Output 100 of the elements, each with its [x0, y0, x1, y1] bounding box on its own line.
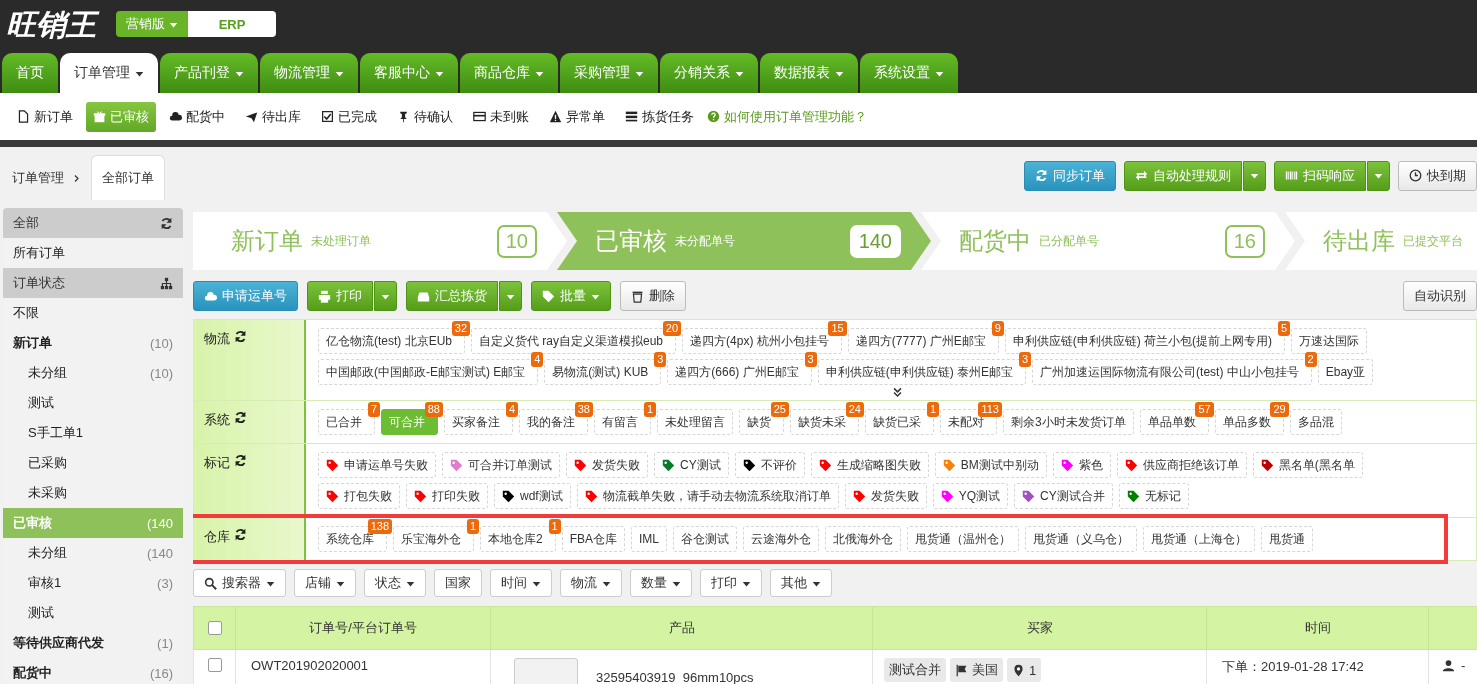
count-badge: 1	[926, 402, 939, 417]
filter-dropdown[interactable]: 时间	[490, 569, 552, 597]
filter-chip[interactable]: 甩货通（上海仓）	[1143, 526, 1256, 552]
filter-dropdown[interactable]: 店铺	[294, 569, 356, 597]
filter-dropdown[interactable]: 状态	[364, 569, 426, 597]
filter-dropdown[interactable]: 国家	[434, 569, 482, 597]
subnav-item[interactable]: 待确认	[390, 101, 460, 132]
tag-filter-chip[interactable]: 不评价	[734, 452, 805, 478]
checkbox[interactable]	[207, 621, 222, 635]
tag-filter-chip[interactable]: 无标记	[1118, 483, 1189, 509]
warning-icon	[549, 110, 562, 123]
filter-dropdown[interactable]: 数量	[630, 569, 692, 597]
tag-filter-chip[interactable]: 发货失败	[566, 452, 648, 478]
hierarchy-icon	[160, 276, 173, 290]
sidebar-item[interactable]: 等待供应商代发 (1)	[3, 628, 183, 658]
tag-icon	[542, 289, 555, 303]
action-button[interactable]: 快到期	[1398, 160, 1477, 191]
filter-dropdown[interactable]: 搜索器	[193, 569, 286, 597]
filter-chip[interactable]: 甩货通（温州仓）	[907, 526, 1020, 552]
country-tag: 美国	[950, 658, 1003, 682]
cloud-icon	[204, 289, 217, 303]
checkbox[interactable]	[207, 658, 222, 672]
table-cell-text: 下单：2019-01-28 17:42	[1221, 658, 1365, 676]
tag-filter-chip[interactable]: 打印失败	[406, 483, 488, 509]
sidebar-item[interactable]: S手工单1	[3, 418, 183, 448]
filter-dropdown[interactable]: 打印	[700, 569, 762, 597]
tag-filter-chip[interactable]: 黑名单(黑名单	[1252, 452, 1363, 478]
subnav-item[interactable]: 已完成	[314, 101, 384, 132]
filter-chip[interactable]: 未处理留言	[657, 409, 733, 435]
filter-chip[interactable]: 谷仓测试	[673, 526, 738, 552]
tag-filter-chip[interactable]: YQ测试	[932, 483, 1009, 509]
chevron-icon	[72, 173, 81, 183]
count-badge: 4	[505, 402, 518, 417]
dropdown-toggle[interactable]	[1367, 160, 1390, 191]
sidebar-item[interactable]: 未分组 (140	[3, 538, 183, 568]
tag-filter-chip[interactable]: wdf测试	[494, 483, 571, 509]
breadcrumb-link[interactable]: 订单管理	[12, 169, 64, 187]
dropdown-toggle[interactable]	[1243, 160, 1266, 191]
cloud-icon	[169, 110, 182, 123]
sidebar-item[interactable]: 未采购	[3, 478, 183, 508]
filter-dropdown[interactable]: 物流	[560, 569, 622, 597]
subnav-item[interactable]: 待出库	[238, 101, 308, 132]
tag-filter-chip[interactable]: CY测试合并	[1014, 483, 1113, 509]
filter-dropdown[interactable]: 其他	[770, 569, 832, 597]
filter-chip[interactable]: 甩货通（义乌仓）	[1025, 526, 1138, 552]
subnav-item[interactable]: 配货中	[162, 101, 232, 132]
tag-filter-chip[interactable]: 可合并订单测试	[442, 452, 560, 478]
tag-filter-chip[interactable]: 物流截单失败，请手动去物流系统取消订单	[576, 483, 839, 509]
sync-icon	[234, 454, 247, 467]
filter-chip[interactable]: 多品混	[1289, 409, 1342, 435]
filter-chip[interactable]: 万速达国际	[1291, 328, 1368, 354]
page-tab[interactable]: 全部订单	[91, 155, 165, 200]
sidebar-item[interactable]: 不限	[3, 298, 183, 328]
column-header: 产品	[490, 606, 873, 650]
sidebar-item[interactable]: 审核1 (3)	[3, 568, 183, 598]
filter-chip[interactable]: 剩余3小时未发货订单	[1003, 409, 1134, 435]
sidebar-item[interactable]: 已采购	[3, 448, 183, 478]
subnav-item[interactable]: 未到账	[466, 101, 536, 132]
count-badge: 15	[828, 321, 847, 336]
sync-icon	[160, 216, 173, 230]
tag-filter-chip[interactable]: 申请运单号失败	[318, 452, 436, 478]
filter-chip[interactable]: 云途海外仓	[743, 526, 820, 552]
filter-chip[interactable]: 北俄海外仓	[825, 526, 902, 552]
filter-chip[interactable]: Ebay亚	[1317, 359, 1374, 385]
nav-tab[interactable]: 订单管理	[60, 53, 158, 93]
logo: 旺销王	[4, 4, 102, 44]
count-badge: 88	[424, 402, 443, 417]
tag-filter-chip[interactable]: 发货失败	[844, 483, 927, 509]
expand-icon[interactable]	[891, 387, 903, 398]
sync-icon	[234, 528, 247, 541]
help-link[interactable]: 如何使用订单管理功能？	[707, 107, 867, 126]
sidebar-item[interactable]: 未分组 (10)	[3, 358, 183, 388]
tag-filter-chip[interactable]: CY测试	[654, 452, 729, 478]
dropdown-toggle[interactable]	[499, 281, 522, 311]
count-badge: 20	[662, 321, 682, 336]
tag-filter-chip[interactable]: 紫色	[1052, 452, 1111, 478]
filter-chip[interactable]: IML	[631, 526, 668, 552]
count-badge: 57	[1195, 402, 1214, 417]
subnav-item[interactable]: 新订单	[10, 101, 80, 132]
sync-icon	[234, 411, 247, 424]
tag-filter-chip[interactable]: 打包失败	[318, 483, 400, 509]
subnav-item[interactable]: 异常单	[542, 101, 612, 132]
sidebar-item[interactable]: 测试	[3, 598, 183, 628]
subnav-item[interactable]: 拣货任务	[618, 101, 701, 132]
list-icon	[625, 110, 638, 123]
sidebar-item[interactable]: 配货中 (16)	[3, 658, 183, 684]
filter-chip[interactable]: 甩货通	[1261, 526, 1314, 552]
tag-filter-chip[interactable]: BM测试中别动	[934, 452, 1047, 478]
inbox-icon	[417, 289, 430, 303]
action-button[interactable]: 删除	[620, 281, 686, 311]
sidebar-item[interactable]: 测试	[3, 388, 183, 418]
column-header: 订单号/平台订单号	[235, 606, 491, 650]
tag-filter-chip[interactable]: 供应商拒绝该订单	[1116, 452, 1247, 478]
sidebar-item[interactable]: 所有订单	[3, 238, 183, 268]
action-button[interactable]: 自动识别	[1403, 281, 1477, 311]
count-badge: 9	[991, 321, 1004, 336]
filter-chip[interactable]: FBA仓库	[561, 526, 626, 552]
tag-filter-chip[interactable]: 生成缩略图失败	[810, 452, 929, 478]
dropdown-toggle[interactable]	[374, 281, 397, 311]
sidebar-item[interactable]: 新订单 (10)	[3, 328, 183, 358]
